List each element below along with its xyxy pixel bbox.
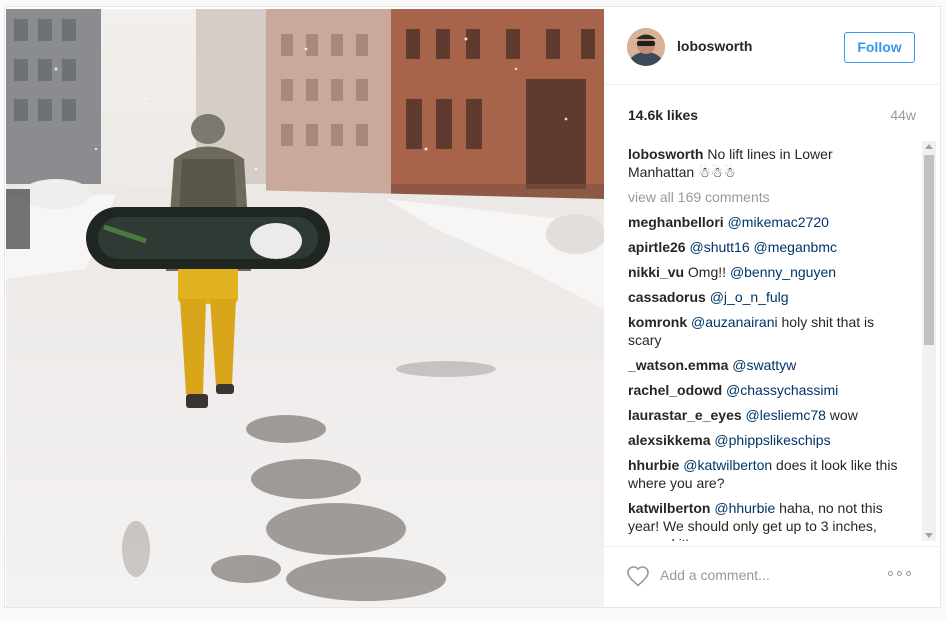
scroll-down-arrow-icon[interactable] (925, 533, 933, 538)
comment-username[interactable]: komronk (628, 314, 687, 330)
comment-item: alexsikkema @phippslikeschips (628, 431, 900, 449)
post-header: lobosworth Follow (604, 9, 940, 85)
comment-item: rachel_odowd @chassychassimi (628, 381, 900, 399)
comment-item: meghanbellori @mikemac2720 (628, 213, 900, 231)
comment-mention[interactable]: @hhurbie (714, 500, 775, 516)
comment-username[interactable]: rachel_odowd (628, 382, 722, 398)
comment-item: nikki_vu Omg!! @benny_nguyen (628, 263, 900, 281)
caption-username[interactable]: lobosworth (628, 146, 703, 162)
heart-outline-icon[interactable] (626, 565, 650, 587)
comment-username[interactable]: apirtle26 (628, 239, 686, 255)
comment-item: katwilberton @hhurbie haha, no not this … (628, 499, 900, 541)
comment-mention[interactable]: @j_o_n_fulg (710, 289, 789, 305)
comment-username[interactable]: hhurbie (628, 457, 679, 473)
comments-scrollbar[interactable] (922, 141, 936, 541)
post-username[interactable]: lobosworth (677, 38, 752, 54)
comment-username[interactable]: cassadorus (628, 289, 706, 305)
comment-mention[interactable]: @phippslikeschips (714, 432, 830, 448)
caption: lobosworth No lift lines in Lower Manhat… (628, 145, 900, 181)
comment-item: apirtle26 @shutt16 @meganbmc (628, 238, 900, 256)
snowy-street-photo (6, 9, 604, 607)
comment-username[interactable]: meghanbellori (628, 214, 724, 230)
comment-mention[interactable]: @benny_nguyen (730, 264, 836, 280)
comment-item: _watson.emma @swattyw (628, 356, 900, 374)
comments-list: lobosworth No lift lines in Lower Manhat… (628, 145, 900, 541)
post-age[interactable]: 44w (890, 107, 916, 123)
comment-username[interactable]: laurastar_e_eyes (628, 407, 742, 423)
more-options-icon[interactable] (888, 571, 916, 579)
avatar[interactable] (627, 28, 665, 66)
comment-mention[interactable]: @mikemac2720 (728, 214, 829, 230)
comment-item: hhurbie @katwilberton does it look like … (628, 456, 900, 492)
likes-count[interactable]: 14.6k likes (628, 107, 698, 123)
follow-button[interactable]: Follow (844, 32, 915, 63)
comment-text: Omg!! (687, 264, 730, 280)
scroll-up-arrow-icon[interactable] (925, 144, 933, 149)
comment-username[interactable]: nikki_vu (628, 264, 684, 280)
view-all-comments-link[interactable]: view all 169 comments (628, 188, 900, 206)
add-comment-input[interactable] (660, 564, 860, 586)
comment-mention[interactable]: @chassychassimi (726, 382, 838, 398)
comments-panel[interactable]: lobosworth No lift lines in Lower Manhat… (604, 141, 940, 541)
scrollbar-thumb[interactable] (924, 155, 934, 345)
avatar-image (627, 28, 665, 66)
comment-mention[interactable]: @swattyw (732, 357, 796, 373)
comment-username[interactable]: katwilberton (628, 500, 710, 516)
comment-item: komronk @auzanairani holy shit that is s… (628, 313, 900, 349)
comment-mention[interactable]: @auzanairani (691, 314, 778, 330)
post-photo[interactable] (6, 9, 604, 607)
comment-text: wow (825, 407, 858, 423)
comment-mention[interactable]: @shutt16 @meganbmc (689, 239, 837, 255)
likes-row: 14.6k likes 44w (628, 107, 916, 127)
comment-item: laurastar_e_eyes @lesliemc78 wow (628, 406, 900, 424)
comment-item: cassadorus @j_o_n_fulg (628, 288, 900, 306)
comment-mention[interactable]: @lesliemc78 (746, 407, 826, 423)
comment-mention[interactable]: @katwilberton (683, 457, 772, 473)
comment-username[interactable]: _watson.emma (628, 357, 728, 373)
post-footer (604, 546, 940, 607)
comment-username[interactable]: alexsikkema (628, 432, 711, 448)
post-sidebar: lobosworth Follow 14.6k likes 44w lobosw… (604, 9, 940, 607)
